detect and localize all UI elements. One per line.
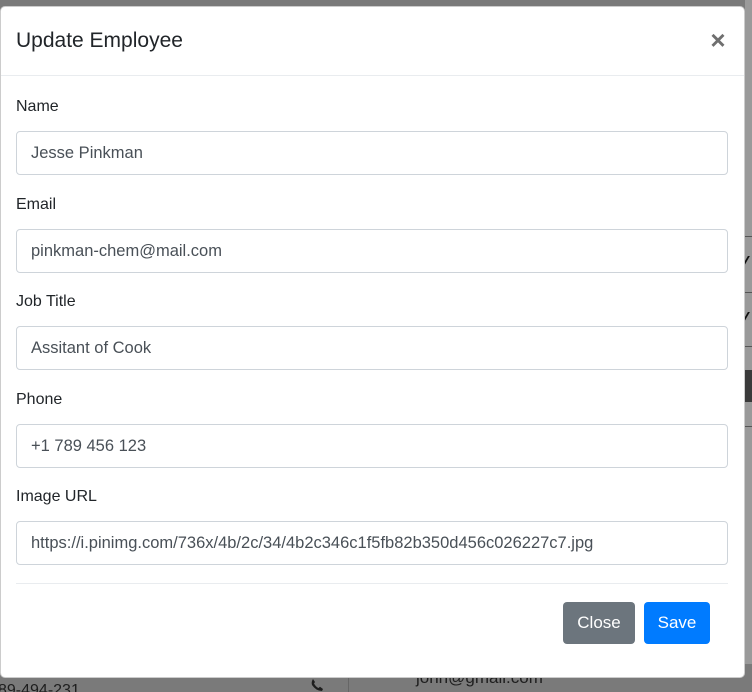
background-row-divider — [745, 426, 752, 427]
update-employee-modal: Update Employee × Name Jesse Pinkman Ema… — [0, 6, 745, 678]
modal-title: Update Employee — [16, 29, 183, 52]
background-row-divider — [745, 346, 752, 347]
close-icon[interactable]: × — [707, 26, 729, 54]
name-input[interactable]: Jesse Pinkman — [16, 131, 728, 175]
image-url-input[interactable]: https://i.pinimg.com/736x/4b/2c/34/4b2c3… — [16, 521, 728, 565]
phone-form-group: Phone +1 789 456 123 — [16, 388, 728, 468]
email-label: Email — [16, 196, 57, 213]
job-title-form-group: Job Title Assitant of Cook — [16, 290, 728, 370]
background-card-header — [745, 370, 752, 402]
email-input[interactable]: pinkman-chem@mail.com — [16, 229, 728, 273]
name-form-group: Name Jesse Pinkman — [16, 95, 728, 175]
phone-label: Phone — [16, 391, 63, 408]
background-phone-text: 89-494-231 — [0, 682, 80, 692]
background-row-divider — [745, 236, 752, 237]
image-url-label: Image URL — [16, 488, 97, 505]
job-title-input[interactable]: Assitant of Cook — [16, 326, 728, 370]
modal-header: Update Employee × — [1, 7, 744, 76]
image-url-form-group: Image URL https://i.pinimg.com/736x/4b/2… — [16, 485, 728, 565]
background-row-divider — [745, 292, 752, 293]
close-button[interactable]: Close — [563, 602, 635, 644]
phone-icon — [310, 678, 324, 692]
save-button[interactable]: Save — [644, 602, 710, 644]
phone-input[interactable]: +1 789 456 123 — [16, 424, 728, 468]
name-label: Name — [16, 98, 59, 115]
email-form-group: Email pinkman-chem@mail.com — [16, 193, 728, 273]
job-title-label: Job Title — [16, 293, 76, 310]
modal-footer-divider — [16, 583, 728, 584]
